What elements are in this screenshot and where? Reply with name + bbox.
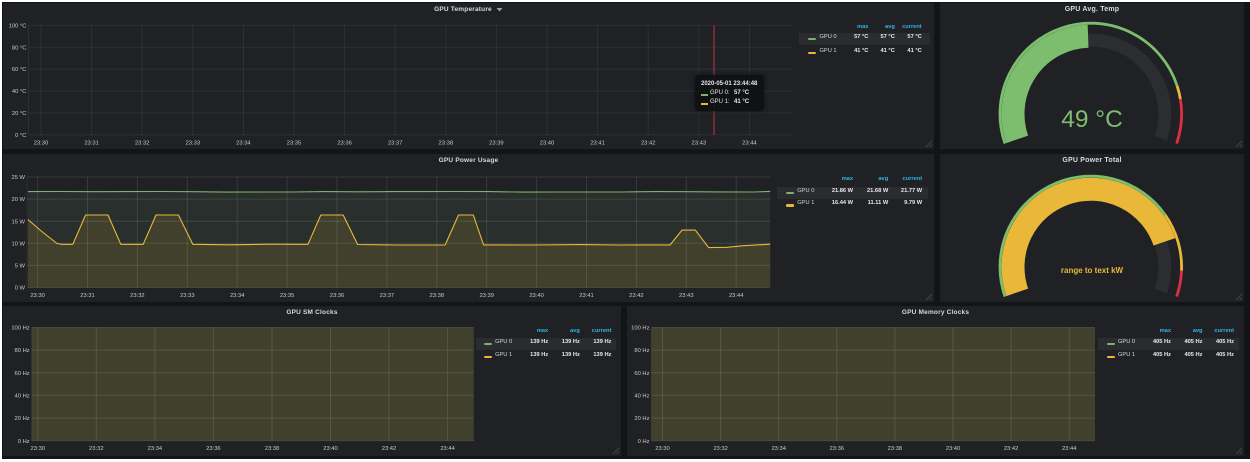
svg-text:23:30: 23:30 xyxy=(30,293,45,299)
svg-text:23:40: 23:40 xyxy=(323,446,338,452)
svg-text:23:36: 23:36 xyxy=(206,446,221,452)
svg-text:23:44: 23:44 xyxy=(440,446,455,452)
svg-text:80 Hz: 80 Hz xyxy=(634,348,649,354)
svg-text:20 Hz: 20 Hz xyxy=(15,416,30,422)
svg-text:23:44: 23:44 xyxy=(1062,446,1077,452)
svg-text:23:40: 23:40 xyxy=(540,140,555,146)
svg-text:23:40: 23:40 xyxy=(529,293,544,299)
svg-text:23:36: 23:36 xyxy=(330,293,345,299)
svg-text:23:33: 23:33 xyxy=(180,293,195,299)
svg-text:23:32: 23:32 xyxy=(130,293,145,299)
svg-text:100 Hz: 100 Hz xyxy=(631,326,649,332)
svg-text:20 Hz: 20 Hz xyxy=(634,416,649,422)
svg-text:23:32: 23:32 xyxy=(713,446,728,452)
svg-text:60 Hz: 60 Hz xyxy=(15,371,30,377)
svg-text:23:38: 23:38 xyxy=(430,293,445,299)
svg-text:23:42: 23:42 xyxy=(629,293,644,299)
svg-text:40 Hz: 40 Hz xyxy=(634,394,649,400)
svg-text:23:34: 23:34 xyxy=(230,293,245,299)
svg-text:23:35: 23:35 xyxy=(280,293,295,299)
svg-text:0 Hz: 0 Hz xyxy=(638,439,650,445)
svg-text:23:39: 23:39 xyxy=(489,140,504,146)
svg-text:23:31: 23:31 xyxy=(84,140,99,146)
svg-text:20 °C: 20 °C xyxy=(12,111,27,117)
svg-text:23:41: 23:41 xyxy=(579,293,594,299)
svg-text:23:38: 23:38 xyxy=(265,446,280,452)
svg-text:23:42: 23:42 xyxy=(641,140,656,146)
svg-text:20 W: 20 W xyxy=(11,197,25,203)
svg-text:23:40: 23:40 xyxy=(946,446,961,452)
svg-text:23:38: 23:38 xyxy=(439,140,454,146)
svg-text:10 W: 10 W xyxy=(11,241,25,247)
svg-text:23:31: 23:31 xyxy=(80,293,95,299)
svg-text:0 Hz: 0 Hz xyxy=(18,439,30,445)
svg-text:60 Hz: 60 Hz xyxy=(634,371,649,377)
svg-text:23:30: 23:30 xyxy=(34,140,49,146)
svg-text:23:35: 23:35 xyxy=(287,140,302,146)
svg-text:23:30: 23:30 xyxy=(31,446,46,452)
svg-text:23:37: 23:37 xyxy=(380,293,395,299)
svg-text:23:42: 23:42 xyxy=(1004,446,1019,452)
svg-text:23:39: 23:39 xyxy=(479,293,494,299)
svg-text:23:43: 23:43 xyxy=(692,140,707,146)
svg-text:23:38: 23:38 xyxy=(888,446,903,452)
svg-text:80 °C: 80 °C xyxy=(12,45,27,51)
svg-text:23:34: 23:34 xyxy=(771,446,786,452)
svg-text:60 °C: 60 °C xyxy=(12,67,27,73)
svg-text:23:44: 23:44 xyxy=(742,140,757,146)
svg-text:100 Hz: 100 Hz xyxy=(11,326,29,332)
svg-text:0 °C: 0 °C xyxy=(15,133,26,139)
svg-text:23:32: 23:32 xyxy=(135,140,150,146)
svg-text:25 W: 25 W xyxy=(11,175,25,181)
svg-text:23:30: 23:30 xyxy=(655,446,670,452)
svg-text:23:34: 23:34 xyxy=(236,140,251,146)
svg-text:23:34: 23:34 xyxy=(148,446,163,452)
svg-text:23:41: 23:41 xyxy=(590,140,605,146)
svg-text:23:44: 23:44 xyxy=(729,293,744,299)
svg-text:80 Hz: 80 Hz xyxy=(15,348,30,354)
svg-text:15 W: 15 W xyxy=(11,219,25,225)
svg-text:23:36: 23:36 xyxy=(337,140,352,146)
svg-text:40 °C: 40 °C xyxy=(12,89,27,95)
svg-text:23:32: 23:32 xyxy=(89,446,104,452)
svg-text:23:43: 23:43 xyxy=(679,293,694,299)
svg-text:100 °C: 100 °C xyxy=(9,23,27,29)
svg-text:0 W: 0 W xyxy=(15,286,26,292)
svg-text:23:42: 23:42 xyxy=(382,446,397,452)
svg-text:23:33: 23:33 xyxy=(186,140,201,146)
svg-text:23:37: 23:37 xyxy=(388,140,403,146)
svg-text:23:36: 23:36 xyxy=(830,446,845,452)
svg-text:5 W: 5 W xyxy=(15,264,26,270)
svg-text:40 Hz: 40 Hz xyxy=(15,394,30,400)
